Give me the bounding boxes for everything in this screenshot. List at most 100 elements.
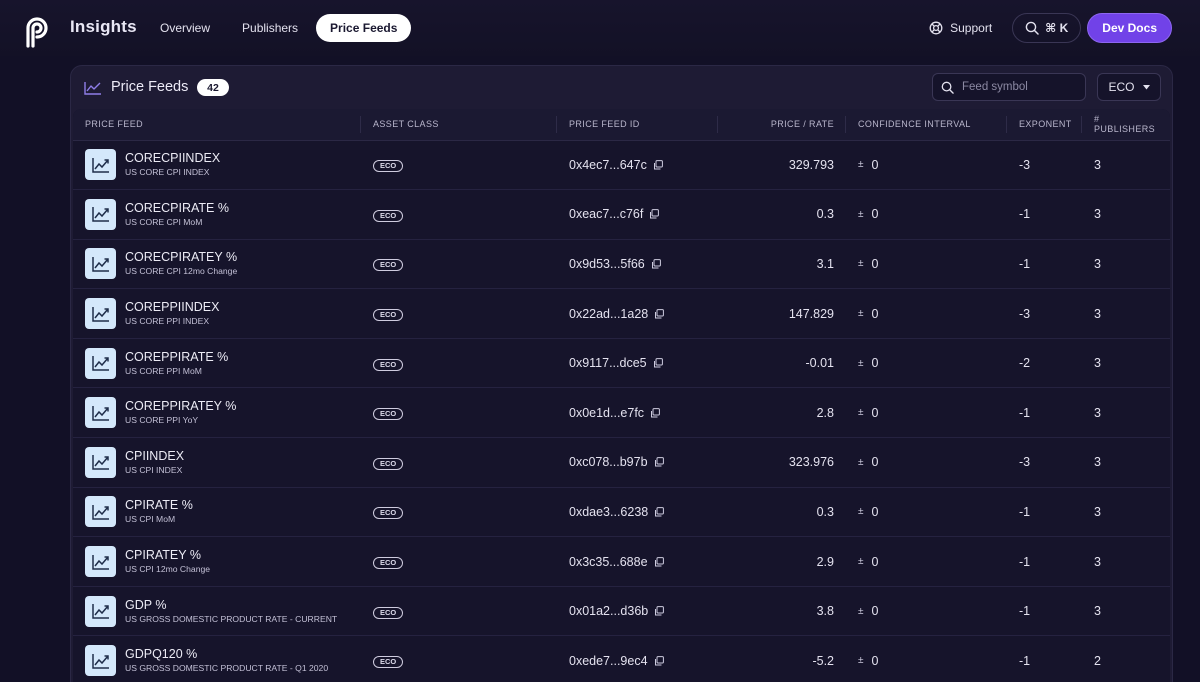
asset-class-badge: ECO bbox=[373, 408, 404, 421]
exponent: -1 bbox=[1007, 635, 1082, 682]
nav-price-feeds[interactable]: Price Feeds bbox=[316, 14, 412, 42]
plus-minus-icon: ± bbox=[858, 605, 864, 617]
price-feed-cell: COREPPIINDEX US CORE PPI INDEX bbox=[85, 298, 349, 330]
main-nav: Overview Publishers Price Feeds bbox=[146, 14, 412, 42]
nav-publishers[interactable]: Publishers bbox=[228, 14, 312, 42]
publishers-count: 3 bbox=[1082, 140, 1170, 191]
publishers-count: 3 bbox=[1082, 189, 1170, 240]
price-feed-cell: GDP % US GROSS DOMESTIC PRODUCT RATE - C… bbox=[85, 595, 349, 627]
plus-minus-icon: ± bbox=[858, 407, 864, 419]
publishers-count: 3 bbox=[1082, 536, 1170, 587]
feed-search-input[interactable] bbox=[962, 81, 1072, 93]
confidence-cell: ± 0 bbox=[858, 654, 995, 668]
chart-trend-icon bbox=[85, 446, 116, 478]
confidence-value: 0 bbox=[871, 207, 879, 222]
price-feeds-table-container[interactable]: PRICE FEED ASSET CLASS PRICE FEED ID PRI… bbox=[73, 109, 1170, 682]
plus-minus-icon: ± bbox=[858, 258, 864, 270]
feed-description: US GROSS DOMESTIC PRODUCT RATE - Q1 2020 bbox=[125, 663, 329, 674]
table-body: CORECPIINDEX US CORE CPI INDEX ECO 0x4ec… bbox=[73, 140, 1170, 682]
chart-trend-icon bbox=[85, 198, 116, 230]
table-row[interactable]: CPIRATE % US CPI MoM ECO 0xdae3...6238 0… bbox=[73, 487, 1170, 538]
price-rate: 3.1 bbox=[718, 239, 846, 290]
chart-trend-icon bbox=[85, 248, 116, 280]
table-row[interactable]: COREPPIRATEY % US CORE PPI YoY ECO 0x0e1… bbox=[73, 387, 1170, 439]
price-feed-cell: COREPPIRATEY % US CORE PPI YoY bbox=[85, 397, 349, 429]
confidence-cell: ± 0 bbox=[858, 158, 995, 172]
price-feed-id: 0x0e1d...e7fc bbox=[569, 405, 645, 420]
panel-header: Price Feeds 42 ECO bbox=[71, 66, 1172, 110]
chart-trend-icon bbox=[85, 645, 116, 677]
price-rate: 2.8 bbox=[718, 387, 846, 439]
col-exponent[interactable]: EXPONENT bbox=[1007, 109, 1082, 141]
copy-icon[interactable] bbox=[654, 507, 665, 517]
copy-icon[interactable] bbox=[650, 407, 660, 418]
price-feed-id: 0x4ec7...647c bbox=[569, 157, 647, 172]
table-row[interactable]: CPIRATEY % US CPI 12mo Change ECO 0x3c35… bbox=[73, 536, 1170, 587]
table-row[interactable]: COREPPIRATE % US CORE PPI MoM ECO 0x9117… bbox=[73, 338, 1170, 389]
plus-minus-icon: ± bbox=[858, 357, 864, 369]
command-search-button[interactable]: ⌘ K bbox=[1012, 13, 1082, 43]
copy-icon[interactable] bbox=[654, 308, 665, 319]
chart-trend-icon bbox=[85, 496, 116, 528]
table-row[interactable]: COREPPIINDEX US CORE PPI INDEX ECO 0x22a… bbox=[73, 288, 1170, 339]
col-publishers[interactable]: # PUBLISHERS bbox=[1082, 109, 1170, 141]
feed-description: US GROSS DOMESTIC PRODUCT RATE - CURRENT bbox=[125, 613, 338, 624]
exponent: -1 bbox=[1007, 189, 1082, 240]
asset-class-badge: ECO bbox=[373, 160, 404, 173]
copy-icon[interactable] bbox=[654, 655, 664, 666]
feed-symbol: COREPPIINDEX bbox=[125, 300, 220, 315]
col-confidence-interval[interactable]: CONFIDENCE INTERVAL bbox=[846, 109, 1007, 141]
price-rate: 147.829 bbox=[718, 288, 846, 339]
asset-class-select[interactable]: ECO bbox=[1097, 73, 1161, 101]
chart-trend-icon bbox=[85, 546, 116, 578]
table-row[interactable]: GDPQ120 % US GROSS DOMESTIC PRODUCT RATE… bbox=[73, 635, 1170, 682]
exponent: -1 bbox=[1007, 387, 1082, 439]
col-price-rate[interactable]: PRICE / RATE bbox=[718, 109, 846, 141]
table-row[interactable]: CORECPIINDEX US CORE CPI INDEX ECO 0x4ec… bbox=[73, 140, 1170, 191]
plus-minus-icon: ± bbox=[858, 556, 864, 568]
support-button[interactable]: Support bbox=[915, 13, 1006, 43]
confidence-cell: ± 0 bbox=[858, 307, 995, 321]
copy-icon[interactable] bbox=[653, 358, 663, 368]
copy-icon[interactable] bbox=[651, 259, 661, 269]
price-feed-id-cell: 0x4ec7...647c bbox=[569, 158, 706, 172]
table-row[interactable]: CORECPIRATE % US CORE CPI MoM ECO 0xeac7… bbox=[73, 189, 1170, 240]
feed-search-box[interactable] bbox=[932, 73, 1086, 101]
feed-description: US CORE PPI YoY bbox=[125, 415, 199, 426]
exponent: -1 bbox=[1007, 487, 1082, 538]
dev-docs-button[interactable]: Dev Docs bbox=[1087, 13, 1172, 43]
line-chart-icon bbox=[84, 82, 101, 95]
pyth-logo-icon[interactable] bbox=[20, 14, 50, 48]
col-price-feed[interactable]: PRICE FEED bbox=[73, 109, 361, 141]
copy-icon[interactable] bbox=[654, 457, 664, 467]
copy-icon[interactable] bbox=[654, 606, 665, 616]
price-feed-cell: COREPPIRATE % US CORE PPI MoM bbox=[85, 347, 349, 379]
price-rate: 3.8 bbox=[718, 586, 846, 637]
caret-down-icon bbox=[1142, 84, 1150, 89]
copy-icon[interactable] bbox=[649, 209, 660, 219]
asset-class-badge: ECO bbox=[373, 457, 404, 470]
publishers-count: 3 bbox=[1082, 586, 1170, 637]
col-asset-class[interactable]: ASSET CLASS bbox=[361, 109, 557, 141]
confidence-cell: ± 0 bbox=[858, 356, 995, 370]
confidence-value: 0 bbox=[871, 455, 879, 470]
price-feed-id: 0xc078...b97b bbox=[569, 455, 648, 470]
feed-description: US CORE PPI MoM bbox=[125, 365, 202, 376]
table-row[interactable]: CPIINDEX US CPI INDEX ECO 0xc078...b97b … bbox=[73, 437, 1170, 488]
copy-icon[interactable] bbox=[654, 556, 664, 567]
asset-class-badge: ECO bbox=[373, 656, 404, 669]
publishers-count: 3 bbox=[1082, 338, 1170, 389]
price-rate: -5.2 bbox=[718, 635, 846, 682]
copy-icon[interactable] bbox=[653, 159, 663, 170]
confidence-cell: ± 0 bbox=[858, 406, 995, 420]
nav-overview[interactable]: Overview bbox=[146, 14, 224, 42]
table-row[interactable]: CORECPIRATEY % US CORE CPI 12mo Change E… bbox=[73, 239, 1170, 290]
price-feed-id: 0x9117...dce5 bbox=[569, 356, 647, 371]
confidence-cell: ± 0 bbox=[858, 505, 995, 519]
col-price-feed-id[interactable]: PRICE FEED ID bbox=[557, 109, 718, 141]
asset-class-badge: ECO bbox=[373, 309, 404, 322]
price-rate: 329.793 bbox=[718, 140, 846, 191]
feed-symbol: GDP % bbox=[125, 597, 167, 612]
table-row[interactable]: GDP % US GROSS DOMESTIC PRODUCT RATE - C… bbox=[73, 586, 1170, 637]
plus-minus-icon: ± bbox=[858, 506, 864, 518]
